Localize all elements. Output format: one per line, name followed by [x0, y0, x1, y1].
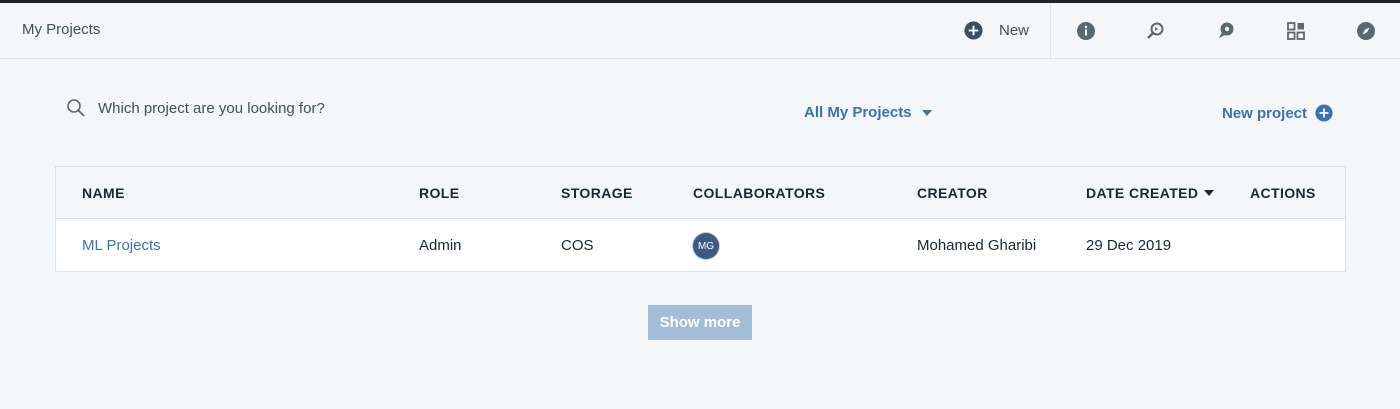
apps-grid-icon[interactable]	[1285, 20, 1307, 42]
column-header-storage[interactable]: STORAGE	[561, 185, 633, 201]
compass-icon[interactable]	[1355, 20, 1377, 42]
column-header-collaborators[interactable]: COLLABORATORS	[693, 185, 825, 201]
new-button[interactable]: New	[964, 21, 1029, 40]
new-button-label: New	[999, 22, 1030, 39]
project-role: Admin	[419, 237, 462, 254]
header-divider	[1050, 3, 1051, 59]
page-title: My Projects	[22, 21, 101, 38]
project-storage: COS	[561, 237, 594, 254]
project-search	[66, 98, 398, 118]
plus-circle-icon	[1315, 104, 1333, 122]
table-row: ML Projects Admin COS MG Mohamed Gharibi…	[56, 219, 1345, 271]
new-project-button[interactable]: New project	[1222, 104, 1333, 122]
new-project-label: New project	[1222, 104, 1308, 122]
project-filter-dropdown[interactable]: All My Projects	[804, 104, 932, 121]
search-refresh-icon[interactable]	[1145, 20, 1167, 42]
collaborator-avatar[interactable]: MG	[693, 233, 719, 259]
page-header: My Projects New	[0, 3, 1400, 59]
projects-table: NAME ROLE STORAGE COLLABORATORS CREATOR …	[55, 166, 1346, 272]
column-header-date-created[interactable]: DATE CREATED	[1086, 185, 1215, 201]
show-more-button[interactable]: Show more	[648, 305, 752, 340]
sort-descending-icon	[1204, 190, 1215, 196]
info-icon[interactable]	[1075, 20, 1097, 42]
table-header: NAME ROLE STORAGE COLLABORATORS CREATOR …	[56, 167, 1345, 219]
caret-down-icon	[921, 109, 932, 116]
column-header-creator[interactable]: CREATOR	[917, 185, 988, 201]
project-name-link[interactable]: ML Projects	[82, 237, 161, 254]
plus-circle-icon	[964, 21, 983, 40]
search-icon	[67, 99, 85, 117]
project-date-created: 29 Dec 2019	[1086, 237, 1172, 254]
column-header-actions: ACTIONS	[1250, 185, 1316, 201]
chat-icon[interactable]	[1215, 20, 1237, 42]
column-header-role[interactable]: ROLE	[419, 185, 460, 201]
project-creator: Mohamed Gharibi	[917, 237, 1037, 254]
search-input[interactable]	[98, 99, 398, 117]
filter-label: All My Projects	[804, 104, 912, 121]
column-header-name[interactable]: NAME	[82, 185, 125, 201]
